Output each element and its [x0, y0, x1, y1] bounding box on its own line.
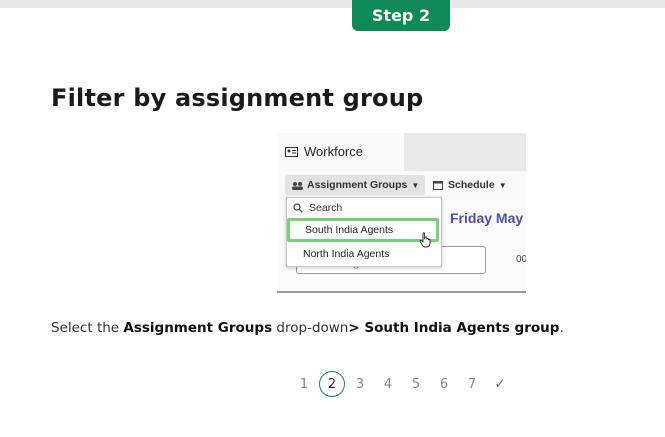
page-5[interactable]: 5 — [402, 377, 430, 392]
caption-text-3: . — [559, 320, 564, 336]
caret-down-icon: ▼ — [498, 180, 507, 190]
assignment-groups-label: Assignment Groups — [307, 179, 408, 191]
embedded-screenshot: Workforce Assignment Groups ▼ Schedule ▼… — [277, 133, 526, 293]
column-cell: 00 — [516, 254, 526, 265]
group-icon — [292, 181, 303, 190]
page-3[interactable]: 3 — [346, 377, 374, 392]
instruction-caption: Select the Assignment Groups drop-down> … — [51, 320, 564, 336]
check-icon[interactable]: ✓ — [486, 377, 514, 392]
step-badge: Step 2 — [352, 0, 450, 31]
calendar-icon — [433, 181, 443, 190]
workforce-tab: Workforce — [277, 133, 404, 171]
page-4[interactable]: 4 — [374, 377, 402, 392]
page-2-current[interactable]: 2 — [319, 371, 345, 397]
dropdown-search-placeholder: Search — [309, 202, 343, 214]
caption-text-2: drop-down — [272, 320, 349, 336]
schedule-button: Schedule ▼ — [433, 175, 507, 195]
page-6[interactable]: 6 — [430, 377, 458, 392]
caret-down-icon: ▼ — [411, 180, 420, 190]
top-bar — [0, 0, 665, 8]
assignment-groups-button: Assignment Groups ▼ — [285, 175, 425, 195]
dropdown-item-north-india-agents: North India Agents — [303, 248, 390, 260]
schedule-label: Schedule — [448, 179, 495, 191]
page-1[interactable]: 1 — [290, 377, 318, 392]
page-7[interactable]: 7 — [458, 377, 486, 392]
tab-strip-background — [404, 133, 526, 171]
hand-cursor-icon — [419, 232, 431, 248]
caption-text-1: Select the — [51, 320, 124, 336]
date-header: Friday May — [450, 210, 524, 226]
dropdown-search: Search — [293, 202, 342, 214]
page-title: Filter by assignment group — [51, 84, 424, 112]
workforce-tab-label: Workforce — [304, 144, 363, 159]
pagination: 1 2 3 4 5 6 7 ✓ — [290, 370, 514, 398]
caption-bold-south-india-agents: > South India Agents group — [348, 320, 560, 336]
search-icon — [293, 203, 303, 213]
caption-bold-assignment-groups: Assignment Groups — [123, 320, 273, 336]
workforce-icon — [285, 147, 298, 157]
dropdown-item-south-india-agents: South India Agents — [287, 218, 439, 242]
